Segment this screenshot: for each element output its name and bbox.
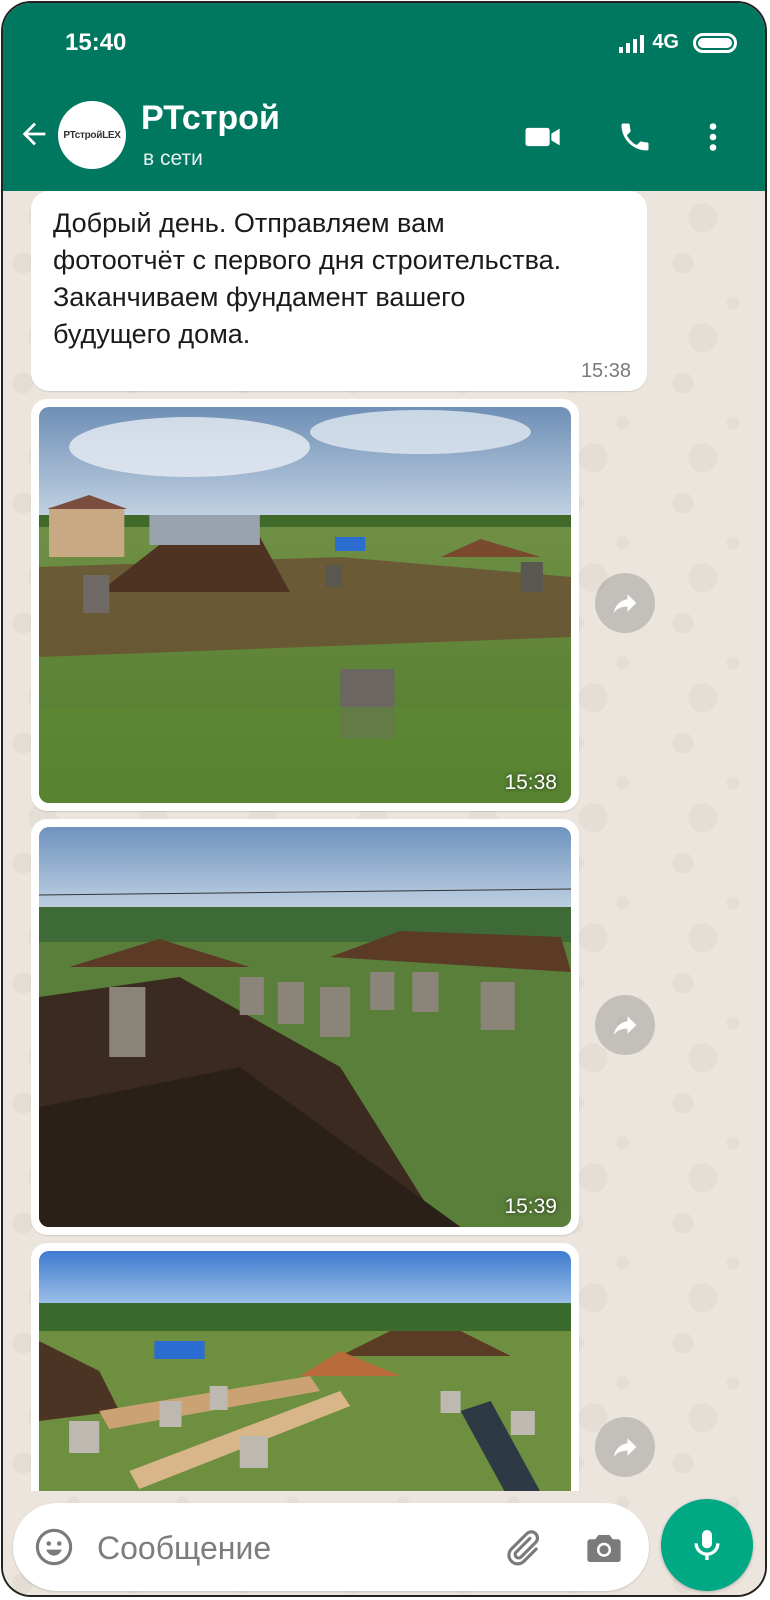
photo-time: 15:38 bbox=[504, 771, 557, 794]
photo-message[interactable] bbox=[31, 1243, 579, 1491]
forward-button[interactable] bbox=[595, 573, 655, 633]
forward-icon bbox=[613, 1438, 637, 1457]
phone-call-icon bbox=[621, 123, 649, 151]
message-input[interactable] bbox=[95, 1523, 479, 1573]
signal-icon bbox=[619, 33, 645, 53]
video-call-button[interactable] bbox=[521, 115, 565, 159]
photo-image[interactable] bbox=[39, 1251, 571, 1491]
photo-image[interactable]: 15:39 bbox=[39, 827, 571, 1227]
message-text: Добрый день. Отправляем вам фотоотчёт с … bbox=[53, 208, 562, 349]
status-icons: 4G bbox=[619, 31, 737, 54]
message-bubble[interactable]: Добрый день. Отправляем вам фотоотчёт с … bbox=[31, 191, 647, 391]
battery-icon bbox=[693, 32, 737, 53]
site-overview-photo bbox=[39, 1251, 571, 1491]
paperclip-icon[interactable] bbox=[501, 1527, 543, 1569]
photo-message[interactable]: 15:38 bbox=[31, 399, 579, 811]
chat-messages[interactable]: Добрый день. Отправляем вам фотоотчёт с … bbox=[3, 191, 765, 1491]
foundation-pillars-photo bbox=[39, 827, 571, 1227]
video-call-icon bbox=[525, 127, 560, 147]
more-vert-icon bbox=[709, 123, 717, 151]
back-arrow-icon[interactable] bbox=[17, 117, 51, 151]
chat-header: РТстройLEX РТстрой в сети bbox=[3, 83, 765, 191]
message-composer bbox=[13, 1503, 649, 1591]
forward-button[interactable] bbox=[595, 1417, 655, 1477]
contact-name[interactable]: РТстрой bbox=[141, 99, 280, 138]
avatar[interactable]: РТстройLEX bbox=[58, 101, 126, 169]
phone-screen: 15:40 4G РТстройLEX РТстрой в сети Добры… bbox=[3, 3, 765, 1595]
photo-time: 15:39 bbox=[504, 1195, 557, 1218]
emoji-icon[interactable] bbox=[33, 1526, 75, 1568]
contact-status: в сети bbox=[143, 147, 203, 170]
network-type: 4G bbox=[652, 31, 679, 53]
forward-icon bbox=[613, 594, 637, 613]
message-time: 15:38 bbox=[580, 360, 631, 382]
camera-icon[interactable] bbox=[583, 1527, 625, 1569]
forward-icon bbox=[613, 1016, 637, 1035]
more-options-button[interactable] bbox=[691, 115, 735, 159]
construction-site-photo bbox=[39, 407, 571, 803]
photo-image[interactable]: 15:38 bbox=[39, 407, 571, 803]
forward-button[interactable] bbox=[595, 995, 655, 1055]
voice-call-button[interactable] bbox=[613, 115, 657, 159]
voice-record-button[interactable] bbox=[661, 1499, 753, 1591]
avatar-logo-text: РТстройLEX bbox=[63, 129, 121, 141]
status-bar: 15:40 4G bbox=[3, 3, 765, 83]
status-time: 15:40 bbox=[65, 29, 127, 56]
microphone-icon bbox=[694, 1530, 720, 1560]
photo-message[interactable]: 15:39 bbox=[31, 819, 579, 1235]
